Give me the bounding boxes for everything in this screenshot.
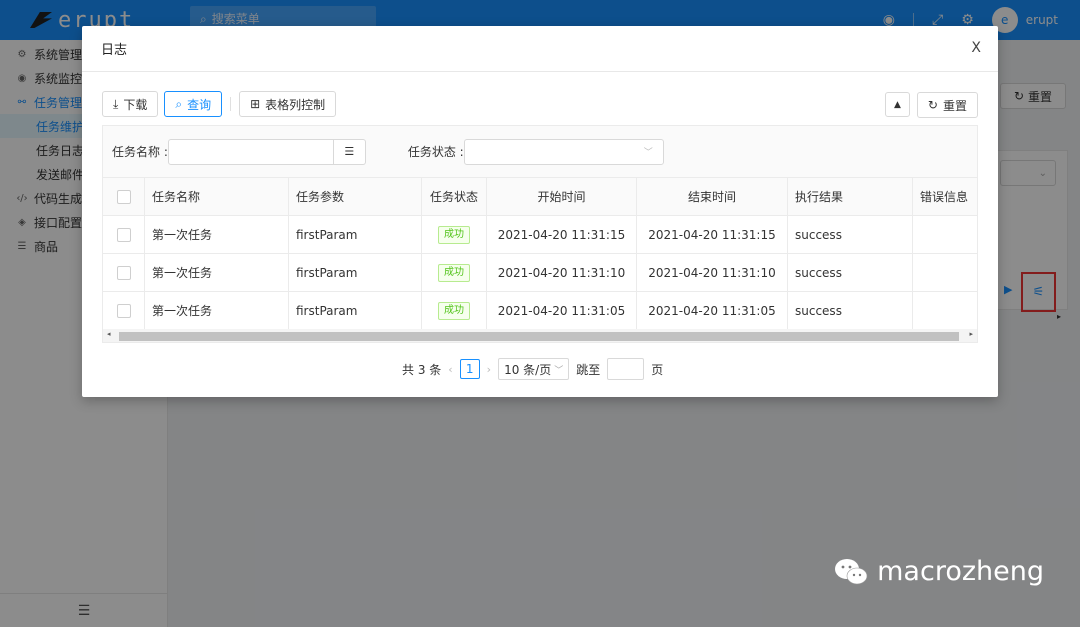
table-row[interactable]: 第一次任务 firstParam 成功 2021-04-20 11:31:10 … <box>103 254 977 292</box>
chevron-down-icon: ﹀ <box>643 148 653 158</box>
end-time-cell: 2021-04-20 11:31:10 <box>637 254 788 291</box>
page-number[interactable]: 1 <box>459 359 480 379</box>
error-cell <box>913 292 977 329</box>
task-param-cell: firstParam <box>289 254 422 291</box>
wechat-icon <box>835 558 868 584</box>
end-time-cell: 2021-04-20 11:31:05 <box>637 292 788 329</box>
task-name-cell: 第一次任务 <box>145 254 289 291</box>
log-modal: 日志 X ⤓ 下载 ⌕ 查询 ⊞ 表格列控制 ▲ ↻ 重置 任务名称 : ☰ 任… <box>82 26 998 397</box>
result-cell: success <box>788 216 913 253</box>
column-header[interactable]: 结束时间 <box>637 178 788 215</box>
total-count: 共 3 条 <box>402 362 442 377</box>
task-status-label: 任务状态 : <box>407 145 464 159</box>
table-row[interactable]: 第一次任务 firstParam 成功 2021-04-20 11:31:15 … <box>103 216 977 254</box>
task-name-cell: 第一次任务 <box>145 292 289 329</box>
modal-toolbar-right: ▲ ↻ 重置 <box>884 92 978 118</box>
status-badge: 成功 <box>438 301 470 320</box>
table-icon: ⊞ <box>250 97 261 111</box>
page-size-label: 10 条/页 <box>504 362 552 377</box>
start-time-cell: 2021-04-20 11:31:05 <box>487 292 637 329</box>
log-table: 任务名称 任务参数 任务状态 开始时间 结束时间 执行结果 错误信息 第一次任务… <box>102 177 978 330</box>
error-cell <box>913 216 977 253</box>
start-time-cell: 2021-04-20 11:31:15 <box>487 216 637 253</box>
table-header: 任务名称 任务参数 任务状态 开始时间 结束时间 执行结果 错误信息 <box>103 178 977 216</box>
task-name-input[interactable] <box>167 138 334 165</box>
status-badge: 成功 <box>438 263 470 282</box>
collapse-search-button[interactable]: ▲ <box>884 92 910 117</box>
reference-icon[interactable]: ☰ <box>333 138 366 165</box>
download-button[interactable]: ⤓ 下载 <box>102 91 159 117</box>
select-all-cell <box>103 178 145 215</box>
task-name-label: 任务名称 : <box>112 145 168 159</box>
error-cell <box>913 254 977 291</box>
column-header[interactable]: 任务状态 <box>422 178 487 215</box>
scroll-left-icon[interactable]: ◂ <box>107 330 111 338</box>
download-label: 下载 <box>123 97 148 112</box>
page-suffix-label: 页 <box>651 362 664 377</box>
pagination: 共 3 条 ‹ 1 › 10 条/页 ﹀ 跳至 页 <box>402 358 663 380</box>
next-page-icon[interactable]: › <box>487 363 491 376</box>
row-select-cell <box>103 254 145 291</box>
start-time-cell: 2021-04-20 11:31:10 <box>487 254 637 291</box>
search-icon: ⌕ <box>175 96 183 111</box>
row-checkbox[interactable] <box>116 227 131 242</box>
horizontal-scrollbar[interactable]: ◂ ▸ <box>102 329 978 343</box>
download-icon: ⤓ <box>113 96 119 111</box>
scroll-right-icon[interactable]: ▸ <box>969 330 973 338</box>
modal-title: 日志 <box>82 26 998 72</box>
result-cell: success <box>788 254 913 291</box>
task-name-cell: 第一次任务 <box>145 216 289 253</box>
query-label: 查询 <box>187 97 212 112</box>
jump-label: 跳至 <box>576 362 601 377</box>
select-all-checkbox[interactable] <box>116 189 131 204</box>
column-header[interactable]: 任务名称 <box>145 178 289 215</box>
column-header[interactable]: 开始时间 <box>487 178 637 215</box>
watermark-text: macrozheng <box>877 556 1044 587</box>
query-button[interactable]: ⌕ 查询 <box>164 91 223 117</box>
task-param-cell: firstParam <box>289 292 422 329</box>
row-select-cell <box>103 292 145 329</box>
reset-button[interactable]: ↻ 重置 <box>916 92 978 118</box>
divider <box>230 97 232 111</box>
task-status-cell: 成功 <box>422 292 487 329</box>
jump-page-input[interactable] <box>607 358 645 380</box>
column-header[interactable]: 执行结果 <box>788 178 913 215</box>
result-cell: success <box>788 292 913 329</box>
column-control-label: 表格列控制 <box>265 97 326 112</box>
column-header[interactable]: 错误信息 <box>913 178 977 215</box>
scrollbar-thumb[interactable] <box>119 332 959 341</box>
prev-page-icon[interactable]: ‹ <box>448 363 452 376</box>
status-badge: 成功 <box>438 225 470 244</box>
column-header[interactable]: 任务参数 <box>289 178 422 215</box>
column-control-button[interactable]: ⊞ 表格列控制 <box>239 91 337 117</box>
close-icon[interactable]: X <box>971 40 981 56</box>
row-select-cell <box>103 216 145 253</box>
task-status-cell: 成功 <box>422 216 487 253</box>
watermark: macrozheng <box>833 556 1044 587</box>
refresh-icon: ↻ <box>927 98 938 112</box>
reset-label: 重置 <box>942 98 967 113</box>
row-checkbox[interactable] <box>116 303 131 318</box>
chevron-down-icon: ﹀ <box>554 365 564 376</box>
page-size-select[interactable]: 10 条/页 ﹀ <box>498 358 570 380</box>
row-checkbox[interactable] <box>116 265 131 280</box>
task-status-cell: 成功 <box>422 254 487 291</box>
table-row[interactable]: 第一次任务 firstParam 成功 2021-04-20 11:31:05 … <box>103 292 977 330</box>
modal-toolbar: ⤓ 下载 ⌕ 查询 ⊞ 表格列控制 <box>102 91 337 117</box>
task-param-cell: firstParam <box>289 216 422 253</box>
search-panel: 任务名称 : ☰ 任务状态 : ﹀ <box>102 125 978 177</box>
end-time-cell: 2021-04-20 11:31:15 <box>637 216 788 253</box>
task-status-select[interactable]: ﹀ <box>463 138 664 165</box>
